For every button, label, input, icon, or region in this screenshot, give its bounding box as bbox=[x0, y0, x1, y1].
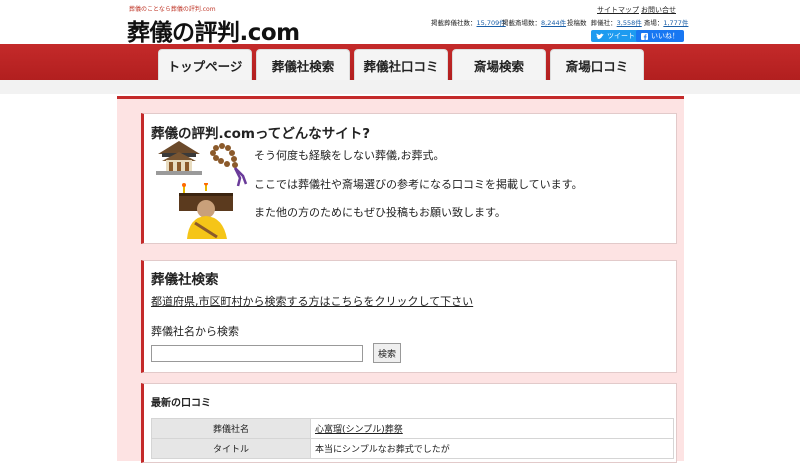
contact-link[interactable]: お問い合せ bbox=[641, 5, 676, 15]
tab-hall-reviews[interactable]: 斎場口コミ bbox=[550, 49, 644, 80]
funeral-home-count: 掲載葬儀社数：15,709件 bbox=[431, 17, 506, 27]
tweet-label: ツイート bbox=[607, 32, 635, 40]
intro-line-3: また他の方のためにもぜひ投稿もお願い致します。 bbox=[254, 206, 506, 219]
post-hall-label: 斎場： bbox=[643, 19, 664, 27]
site-tagline: 葬儀のことなら葬儀の評判.com bbox=[129, 6, 216, 13]
hall-count-value: 8,244件 bbox=[541, 19, 567, 27]
tab-top-page[interactable]: トップページ bbox=[158, 49, 252, 80]
name-search-label: 葬儀社名から検索 bbox=[151, 325, 239, 338]
post-funeral-value: 3,558件 bbox=[616, 19, 642, 27]
row-label-title: タイトル bbox=[151, 438, 311, 459]
search-button[interactable]: 検索 bbox=[373, 343, 401, 363]
nav-underline-strip bbox=[0, 80, 800, 94]
tab-funeral-search[interactable]: 葬儀社検索 bbox=[256, 49, 350, 80]
hall-count-label: 掲載斎場数： bbox=[502, 19, 541, 27]
review-title-value: 本当にシンプルなお葬式でしたが bbox=[310, 438, 674, 459]
area-search-link[interactable]: 都道府県,市区町村から検索する方はこちらをクリックして下さい bbox=[151, 293, 473, 309]
funeral-name-input[interactable] bbox=[151, 345, 363, 362]
monk-icon bbox=[179, 183, 237, 239]
table-row: 葬儀社名 心富瑠(シンプル)葬祭 bbox=[151, 418, 674, 439]
funeral-search-title: 葬儀社検索 bbox=[151, 272, 219, 288]
hall-count: 掲載斎場数：8,244件 bbox=[502, 17, 566, 27]
facebook-like-label: いいね！ bbox=[651, 32, 679, 40]
post-funeral-label: 葬儀社： bbox=[590, 19, 617, 27]
tab-funeral-reviews[interactable]: 葬儀社口コミ bbox=[354, 49, 448, 80]
temple-icon bbox=[154, 139, 204, 177]
funeral-home-count-label: 掲載葬儀社数： bbox=[431, 19, 477, 27]
review-funeral-home-link[interactable]: 心富瑠(シンプル)葬祭 bbox=[310, 418, 674, 439]
post-count: 投稿数 葬儀社：3,558件 斎場：1,777件 bbox=[567, 17, 688, 27]
funeral-search-card: 葬儀社検索 都道府県,市区町村から検索する方はこちらをクリックして下さい 葬儀社… bbox=[141, 260, 677, 373]
intro-line-1: そう何度も経験をしない葬儀,お葬式。 bbox=[254, 149, 445, 162]
latest-reviews-card: 最新の口コミ 葬儀社名 心富瑠(シンプル)葬祭 タイトル 本当にシンプルなお葬式… bbox=[141, 383, 677, 463]
facebook-like-button[interactable]: いいね！ bbox=[636, 30, 684, 42]
sitemap-link[interactable]: サイトマップ bbox=[597, 5, 639, 15]
post-count-label: 投稿数 bbox=[567, 19, 587, 27]
site-header: 葬儀のことなら葬儀の評判.com 葬儀の評判.com サイトマップ お問い合せ … bbox=[0, 0, 800, 47]
row-label-funeral-home: 葬儀社名 bbox=[151, 418, 311, 439]
tab-hall-search[interactable]: 斎場検索 bbox=[452, 49, 546, 80]
table-row: タイトル 本当にシンプルなお葬式でしたが bbox=[151, 438, 674, 459]
tweet-button[interactable]: ツイート bbox=[591, 30, 640, 42]
intro-line-2: ここでは葬儀社や斎場選びの参考になる口コミを掲載しています。 bbox=[254, 178, 583, 191]
intro-card: 葬儀の評判.comってどんなサイト? そう何度も経験をしない葬儀,お葬式。 ここ… bbox=[141, 113, 677, 244]
twitter-bird-icon bbox=[596, 32, 604, 40]
facebook-icon bbox=[641, 32, 648, 40]
latest-reviews-title: 最新の口コミ bbox=[151, 398, 211, 409]
latest-reviews-table: 葬儀社名 心富瑠(シンプル)葬祭 タイトル 本当にシンプルなお葬式でしたが bbox=[151, 418, 674, 459]
site-logo[interactable]: 葬儀の評判.com bbox=[127, 13, 300, 47]
post-hall-value: 1,777件 bbox=[663, 19, 689, 27]
